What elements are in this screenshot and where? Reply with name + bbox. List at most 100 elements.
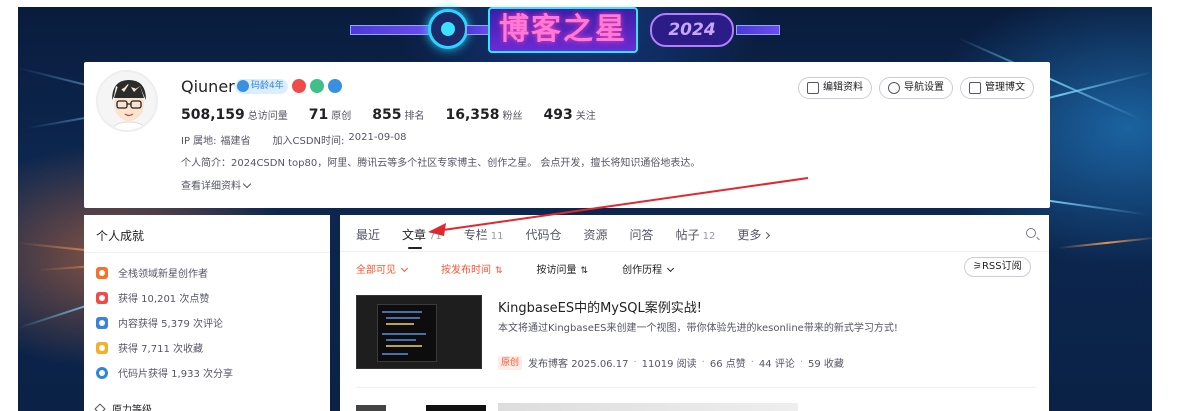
manage-posts-button[interactable]: 管理博文 [960,77,1034,99]
edit-profile-button[interactable]: 编辑资料 [798,77,872,99]
read-count: 11019 阅读 [641,359,697,370]
tab-articles[interactable]: 文章 71 [402,226,442,249]
article-title[interactable]: KingbaseES中的MySQL案例实战! [498,297,702,316]
banner-bar-right [736,25,780,35]
tab-more[interactable]: 更多 [737,226,771,243]
filter-label: 创作历程 [622,265,663,276]
view-details-link[interactable]: 查看详细资料 [181,177,252,192]
light-streak [1057,236,1152,249]
article-item[interactable]: KingbaseES中的MySQL案例实战! 本文将通过KingbaseES来创… [356,295,1036,371]
achievement-item: 获得 10,201 次点赞 [96,290,209,305]
tab-label: 文章 [402,228,427,242]
divider [84,252,330,253]
community-badge-icon[interactable] [310,79,324,93]
tab-count: 71 [429,231,442,242]
verified-badge-icon[interactable] [328,79,342,93]
stat-fans[interactable]: 16,358 粉丝 [445,107,522,123]
tab-label: 资源 [583,228,608,242]
share-badge-icon [96,366,108,379]
tab-label: 最近 [356,228,381,242]
join-value: 2021-09-08 [348,132,407,143]
hot-writer-badge-icon[interactable] [292,79,306,93]
nav-settings-button[interactable]: 导航设置 [879,77,953,99]
tab-qa[interactable]: 问答 [630,226,654,243]
avatar[interactable] [96,70,158,132]
filter-label: 全部可见 [356,265,396,276]
filter-label: 按发布时间 [441,265,491,276]
comment-badge-icon [96,316,108,329]
tab-columns[interactable]: 专栏 11 [464,226,504,243]
nav-settings-label: 导航设置 [904,82,944,93]
achievements-panel: 个人成就 全栈领域新星创作者 获得 10,201 次点赞 内容获得 5,379 … [84,215,330,411]
like-badge-icon [96,291,108,304]
stat-original[interactable]: 71 原创 [309,107,351,123]
stat-value: 71 [308,107,329,123]
code-line [386,339,416,341]
separator: · [701,357,705,368]
achievement-text: 内容获得 5,379 次评论 [118,319,223,330]
document-icon [969,82,981,94]
sort-icon: ⇅ [495,266,503,276]
code-age-badge[interactable]: 码龄4年 [235,79,288,94]
tab-label: 专栏 [463,228,488,242]
stat-value: 16,358 [445,107,500,123]
content-tabs: 最近 文章 71 专栏 11 代码仓 资源 问答 帖子 12 更多 [356,226,791,249]
blog-star-banner[interactable]: 博客之星 2024 [350,7,780,55]
comment-count: 44 评论 [758,359,795,370]
original-tag: 原创 [498,355,523,370]
edit-profile-label: 编辑资料 [823,82,863,93]
separator: · [799,357,804,368]
username: Qiuner [181,77,235,96]
avatar-illustration [98,72,156,130]
force-level-header[interactable]: 原力等级 [94,401,152,411]
next-article-thumbnail[interactable] [426,405,486,411]
next-article-thumbnail[interactable] [356,405,386,411]
search-icon[interactable] [1026,228,1036,238]
rss-label: RSS订阅 [981,261,1022,272]
tab-label: 帖子 [675,228,700,242]
sort-by-time[interactable]: 按发布时间 ⇅ [441,261,503,276]
visibility-filter[interactable]: 全部可见 [356,261,409,276]
stat-rank[interactable]: 855 排名 [372,107,424,123]
article-filters: 全部可见 按发布时间 ⇅ 按访问量 ⇅ 创作历程 [356,261,707,276]
chevron-down-icon [242,179,252,189]
code-line [382,333,426,335]
article-description: 本文将通过KingbaseES来创建一个视图，带你体验先进的kesonline带… [498,323,898,334]
tab-label: 问答 [629,228,654,242]
profile-meta: IP 属地: 福建省 加入CSDN时间: 2021-09-08 [181,132,411,147]
tab-recent[interactable]: 最近 [356,226,380,243]
tab-posts[interactable]: 帖子 12 [676,226,716,243]
banner-ring-icon [428,9,468,49]
tab-label: 更多 [737,228,762,242]
article-thumbnail[interactable] [356,295,482,369]
achievement-text: 获得 10,201 次点赞 [118,294,210,305]
banner-bar-left [350,25,430,35]
publish-date: 发布博客 2025.06.17 [528,359,629,370]
code-line [386,323,414,325]
chevron-down-icon [400,264,409,273]
sort-by-views[interactable]: 按访问量 ⇅ [537,261,589,276]
article-meta: 原创 发布博客 2025.06.17 · 11019 阅读 · 66 点赞 · … [498,355,844,370]
rss-subscribe-button[interactable]: ⚞RSS订阅 [964,257,1031,277]
chevron-right-icon [763,231,771,240]
achievement-badge-icon [96,266,108,279]
view-details-label: 查看详细资料 [181,181,241,192]
tab-count: 12 [702,231,716,242]
stat-label: 排名 [404,111,425,122]
level-icon [94,402,106,411]
stat-value: 855 [372,107,402,123]
ip-value: 福建省 [220,136,251,147]
next-article-title[interactable] [498,403,798,411]
force-level-label: 原力等级 [112,405,152,411]
favorite-count: 59 收藏 [808,359,844,370]
creation-history-filter[interactable]: 创作历程 [622,261,675,276]
stat-visits[interactable]: 508,159 总访问量 [181,107,288,123]
tab-resources[interactable]: 资源 [584,226,608,243]
join-label: 加入CSDN时间: [272,136,345,147]
achievement-item: 获得 7,711 次收藏 [96,340,203,355]
profile-bio: 个人简介：2024CSDN top80，阿里、腾讯云等多个社区专家博主、创作之星… [181,158,701,169]
code-screenshot [377,304,437,362]
stat-following[interactable]: 493 关注 [544,107,596,123]
tab-code-repo[interactable]: 代码仓 [526,226,562,243]
tab-label: 代码仓 [525,228,562,242]
